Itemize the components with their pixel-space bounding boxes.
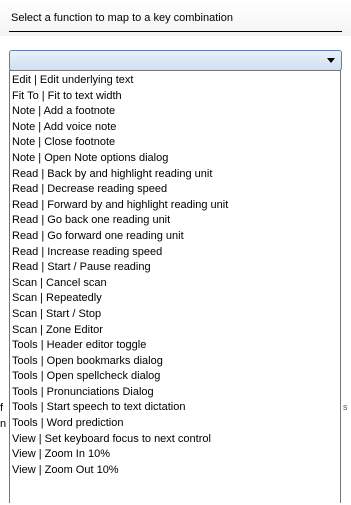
dropdown-option[interactable]: Read | Forward by and highlight reading … (10, 198, 340, 214)
dropdown-option[interactable]: Tools | Header editor toggle (10, 338, 340, 354)
function-dropdown-list[interactable]: Edit | Edit underlying text Fit To | Fit … (9, 70, 341, 503)
background-text-fragment: n (0, 418, 7, 430)
dropdown-option[interactable]: Read | Go forward one reading unit (10, 229, 340, 245)
dropdown-option[interactable]: View | Zoom Out 10% (10, 463, 340, 479)
dropdown-option[interactable]: View | Zoom In 10% (10, 447, 340, 463)
dropdown-option[interactable]: Note | Close footnote (10, 135, 340, 151)
instruction-label: Select a function to map to a key combin… (11, 12, 233, 24)
dropdown-option[interactable]: Fit To | Fit to text width (10, 89, 340, 105)
panel-header: Select a function to map to a key combin… (0, 0, 351, 36)
header-divider (9, 31, 342, 32)
chevron-down-icon[interactable] (327, 58, 335, 63)
dropdown-option[interactable]: Scan | Start / Stop (10, 307, 340, 323)
dropdown-option[interactable]: Tools | Word prediction (10, 416, 340, 432)
background-text-fragment: s (343, 402, 348, 412)
dropdown-option[interactable]: Tools | Open spellcheck dialog (10, 369, 340, 385)
dropdown-option[interactable]: Edit | Edit underlying text (10, 73, 340, 89)
dropdown-option[interactable]: Note | Open Note options dialog (10, 151, 340, 167)
dropdown-option[interactable]: Tools | Open bookmarks dialog (10, 354, 340, 370)
dropdown-option[interactable]: Read | Increase reading speed (10, 245, 340, 261)
dropdown-option[interactable]: Read | Back by and highlight reading uni… (10, 167, 340, 183)
function-select[interactable] (9, 50, 342, 71)
dropdown-option[interactable]: Scan | Repeatedly (10, 291, 340, 307)
background-text-fragment: f (0, 402, 4, 414)
dropdown-option[interactable]: View | Set keyboard focus to next contro… (10, 432, 340, 448)
dropdown-option[interactable]: Tools | Pronunciations Dialog (10, 385, 340, 401)
dropdown-option[interactable]: Scan | Cancel scan (10, 276, 340, 292)
dropdown-option[interactable]: Note | Add a footnote (10, 104, 340, 120)
dropdown-option[interactable]: Read | Start / Pause reading (10, 260, 340, 276)
dropdown-option[interactable]: Read | Go back one reading unit (10, 213, 340, 229)
dropdown-option[interactable]: Scan | Zone Editor (10, 323, 340, 339)
dropdown-option[interactable]: Read | Decrease reading speed (10, 182, 340, 198)
dropdown-option[interactable]: Note | Add voice note (10, 120, 340, 136)
dropdown-option[interactable]: Tools | Start speech to text dictation (10, 400, 340, 416)
